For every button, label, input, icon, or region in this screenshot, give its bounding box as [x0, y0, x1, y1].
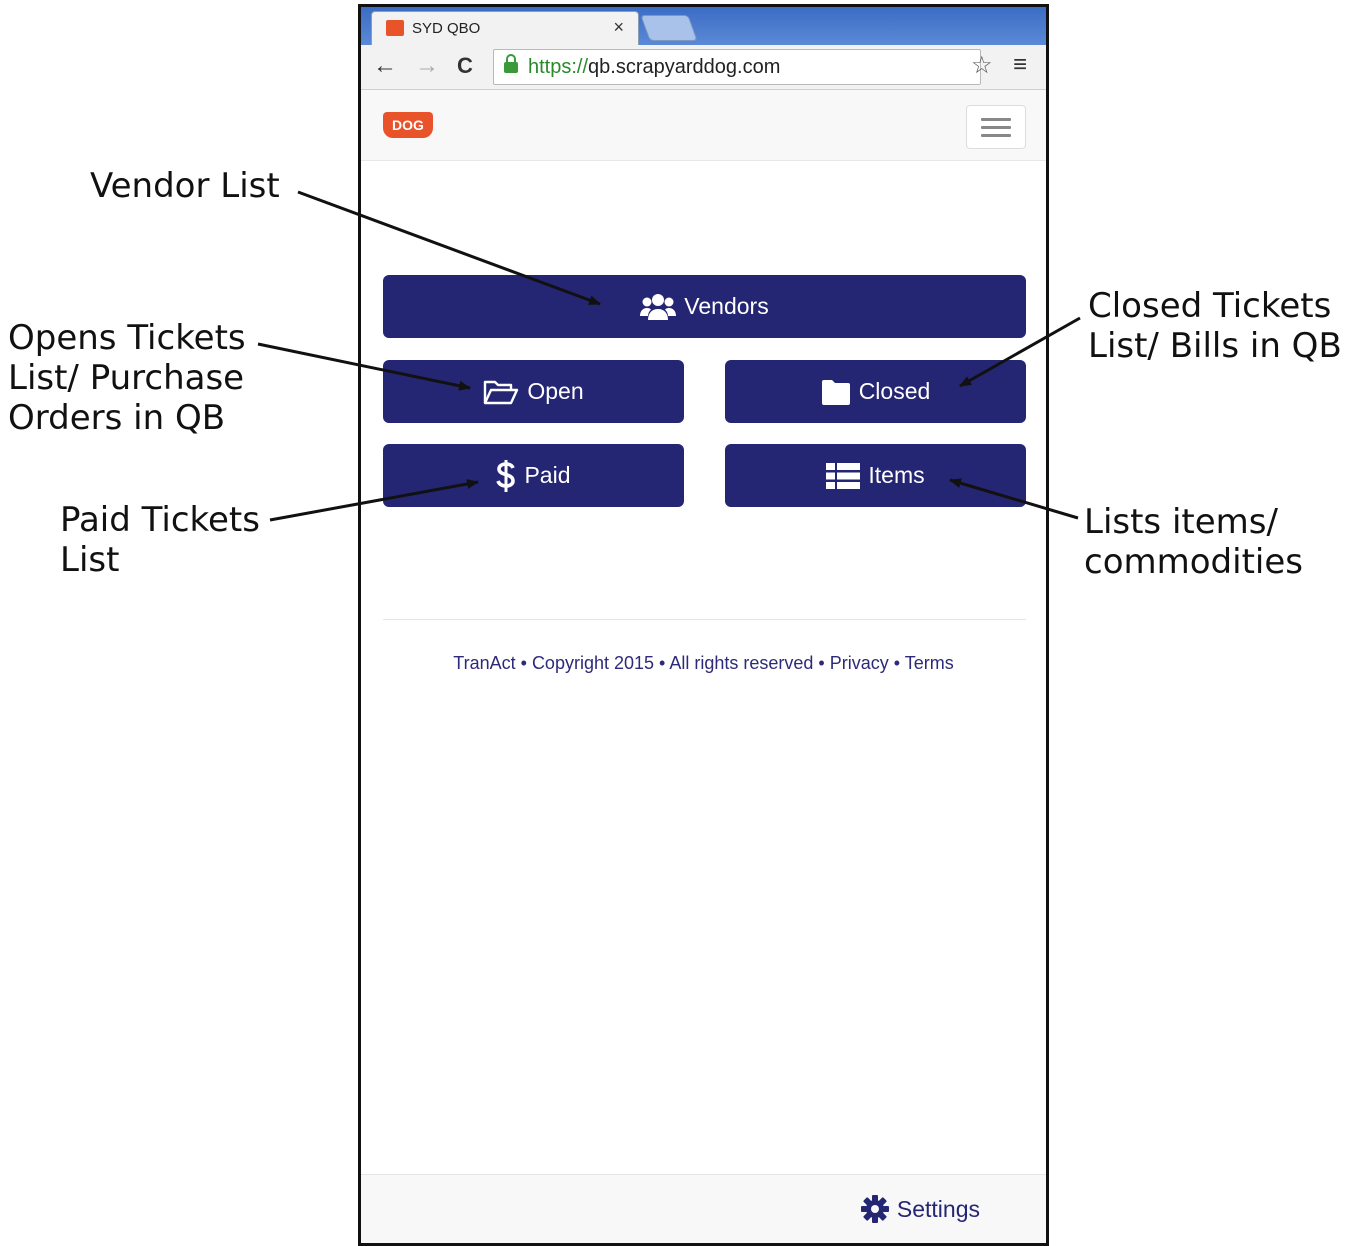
divider: [383, 619, 1026, 620]
vendors-button-label: Vendors: [684, 293, 769, 319]
annotation-paid-tickets: Paid Tickets List: [60, 500, 260, 580]
back-arrow-icon[interactable]: ←: [373, 53, 397, 79]
lock-icon: [504, 54, 518, 73]
app-navbar: DOG: [361, 90, 1046, 161]
address-bar[interactable]: https://qb.scrapyarddog.com: [493, 49, 981, 85]
browser-menu-icon[interactable]: ≡: [1013, 51, 1027, 79]
footer-copyright: Copyright 2015: [531, 653, 655, 673]
users-icon: [640, 293, 677, 320]
open-button-label: Open: [527, 378, 584, 404]
annotation-vendor-list: Vendor List: [90, 166, 280, 206]
folder-open-icon: [484, 380, 519, 404]
privacy-link[interactable]: Privacy: [830, 653, 889, 673]
bottom-bar: Settings: [361, 1174, 1046, 1243]
url-host: qb.scrapyarddog.com: [588, 56, 781, 78]
paid-button-label: Paid: [524, 462, 571, 488]
browser-window: SYD QBO × ← → C https://qb.scrapyarddog.…: [358, 4, 1049, 1246]
tab-title: SYD QBO: [412, 20, 481, 37]
open-button[interactable]: Open: [383, 360, 684, 423]
items-button[interactable]: Items: [725, 444, 1026, 507]
reload-icon[interactable]: C: [457, 53, 473, 79]
bookmark-star-icon[interactable]: ☆: [971, 51, 993, 80]
settings-label: Settings: [896, 1195, 980, 1222]
closed-button[interactable]: Closed: [725, 360, 1026, 423]
settings-button[interactable]: Settings: [860, 1195, 980, 1223]
list-icon: [826, 462, 861, 489]
items-button-label: Items: [868, 462, 925, 488]
hamburger-menu-button[interactable]: [966, 105, 1026, 149]
vendors-button[interactable]: Vendors: [383, 275, 1026, 338]
closed-button-label: Closed: [858, 378, 931, 404]
footer-links: TranAct • Copyright 2015 • All rights re…: [453, 653, 954, 673]
new-tab-button[interactable]: [640, 15, 698, 41]
footer-rights: All rights reserved: [669, 653, 814, 673]
browser-tab[interactable]: SYD QBO ×: [371, 11, 639, 45]
tab-strip: SYD QBO ×: [361, 7, 1046, 45]
footer-brand[interactable]: TranAct: [453, 653, 515, 673]
folder-icon: [821, 379, 850, 405]
terms-link[interactable]: Terms: [905, 653, 954, 673]
close-tab-icon[interactable]: ×: [613, 17, 624, 38]
url-scheme: https://: [528, 56, 589, 78]
favicon-icon: [386, 20, 404, 36]
annotation-items: Lists items/ commodities: [1084, 502, 1303, 582]
url-text: https://qb.scrapyarddog.com: [528, 56, 780, 79]
logo[interactable]: DOG: [383, 112, 433, 138]
gear-icon: [860, 1195, 889, 1223]
annotation-closed-tickets: Closed Tickets List/ Bills in QB: [1088, 286, 1342, 366]
forward-arrow-icon[interactable]: →: [415, 53, 439, 79]
paid-button[interactable]: Paid: [383, 444, 684, 507]
browser-toolbar: ← → C https://qb.scrapyarddog.com ☆ ≡: [361, 45, 1046, 90]
annotation-open-tickets: Opens Tickets List/ Purchase Orders in Q…: [8, 318, 246, 438]
dollar-icon: [496, 459, 516, 492]
